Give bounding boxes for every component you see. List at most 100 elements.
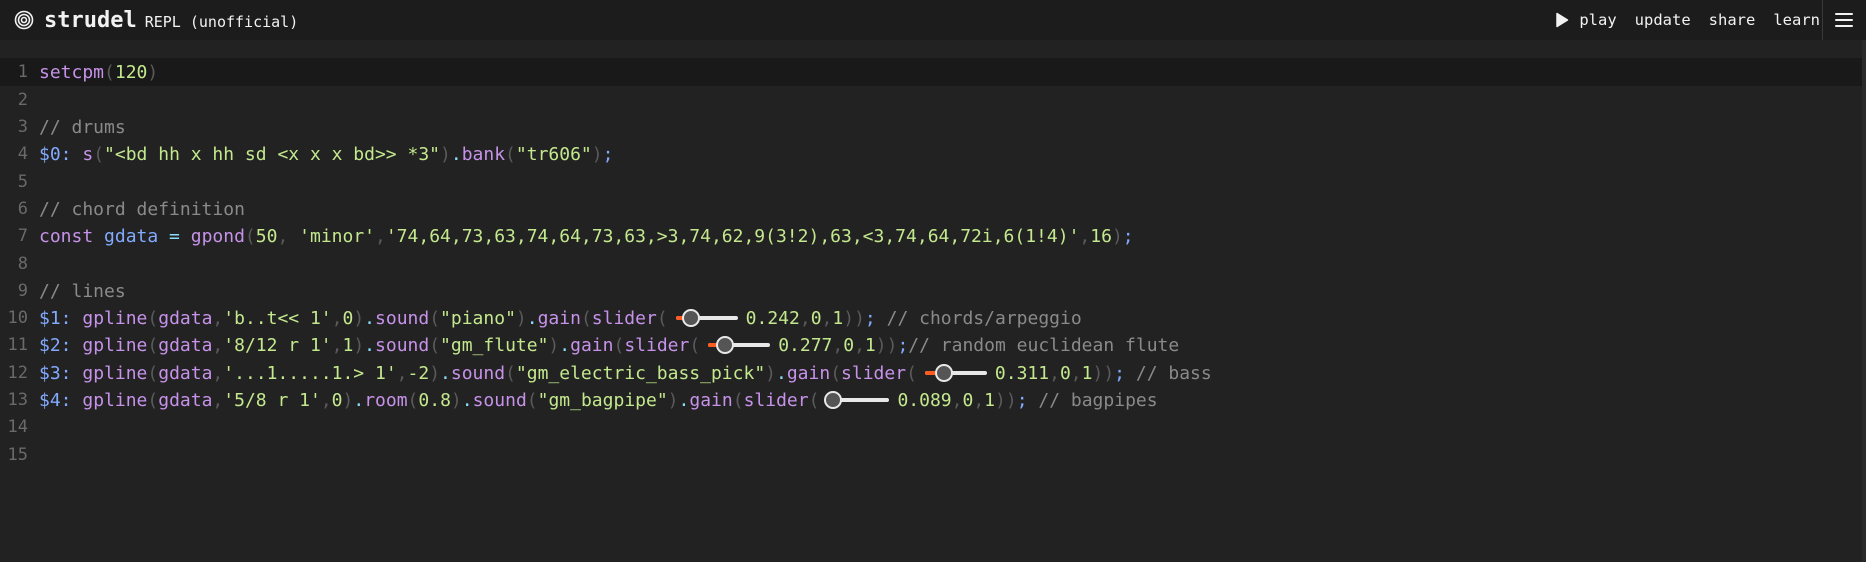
brand-subtitle: REPL (unofficial) [144, 13, 299, 31]
code-token: ) [353, 307, 365, 329]
code-text[interactable]: // drums [30, 117, 126, 138]
line-number: 5 [17, 172, 28, 192]
gain-slider[interactable] [672, 308, 742, 328]
code-token: , [1079, 225, 1091, 247]
hamburger-menu-icon [1823, 0, 1866, 40]
code-token: "gm_bagpipe" [537, 389, 668, 411]
code-token: 1 [984, 389, 995, 411]
slider-thumb[interactable] [823, 391, 842, 409]
code-token: . [440, 362, 451, 384]
code-token: gain [570, 334, 614, 356]
code-token: 0 [810, 307, 822, 329]
code-token: ( [613, 334, 625, 356]
code-token: . [559, 334, 571, 356]
code-token: , [212, 362, 224, 384]
code-token: )) [875, 334, 898, 356]
code-token: ( [526, 389, 538, 411]
code-line[interactable]: 15 [0, 441, 1862, 469]
code-token: ( [147, 334, 159, 356]
code-editor[interactable]: 1 setcpm(120) 2 3// drums 4 $0: s("<bd hh x h… [0, 58, 1866, 488]
code-token: 'b..t<< 1' [223, 307, 332, 329]
spiral-logo-icon [14, 10, 34, 30]
code-line[interactable]: 5 [0, 168, 1862, 196]
code-text[interactable]: $3: gpline(gdata, '...1.....1.> 1', -2). so… [30, 363, 1212, 384]
code-token: ) [515, 307, 527, 329]
line-number: 4 [17, 144, 28, 164]
code-token: sound [450, 362, 506, 384]
editor-scrollbar[interactable] [1862, 40, 1866, 562]
code-token: 0.311 [994, 362, 1050, 384]
code-token: gpline [82, 334, 148, 356]
code-text[interactable]: $0: s("<bd hh x hh sd <x x x bd>> *3"). b… [30, 144, 613, 165]
code-token: ( [407, 389, 419, 411]
code-token: 0.277 [778, 334, 833, 356]
share-button[interactable]: share [1709, 11, 1756, 29]
code-token: slider [624, 334, 690, 356]
code-line[interactable]: 10 $1: gpline(gdata,'b..t<< 1', 0). sound("… [0, 304, 1862, 332]
code-token: gpond [190, 225, 245, 247]
code-line[interactable]: 12 $3: gpline(gdata, '...1.....1.> 1', -2).… [0, 359, 1862, 387]
code-token: 50 [255, 225, 278, 247]
code-text[interactable]: // chord definition [30, 199, 245, 220]
code-token: , [1049, 362, 1060, 384]
code-token: ( [147, 389, 159, 411]
code-line[interactable]: 6 // chord definition [0, 195, 1862, 223]
code-text[interactable]: const gdata = gpond(50, 'minor', '74,64,7… [30, 226, 1134, 247]
code-token: // chords/arpeggio [886, 307, 1082, 329]
code-token: 0 [331, 389, 343, 411]
code-token: ) [147, 61, 159, 83]
line-number: 12 [7, 363, 28, 383]
code-token: -2 [407, 362, 430, 384]
code-text[interactable]: // lines [30, 281, 126, 302]
slider-thumb[interactable] [716, 336, 735, 354]
code-token: slider [591, 307, 657, 329]
learn-button[interactable]: learn [1773, 11, 1820, 29]
code-token: $1: [39, 307, 83, 329]
line-number: 15 [7, 445, 28, 465]
code-line[interactable]: 8 [0, 250, 1862, 278]
code-token: ; [1114, 362, 1136, 384]
slider-thumb[interactable] [681, 309, 700, 327]
code-line[interactable]: 13 $4: gpline(gdata, '5/8 r 1', 0). room(0.8… [0, 386, 1862, 414]
code-token: 0 [1059, 362, 1071, 384]
code-line[interactable]: 7 const gdata = gpond(50, 'minor', '74,64,… [0, 222, 1862, 250]
code-text[interactable]: $4: gpline(gdata, '5/8 r 1', 0). room(0.8).… [30, 390, 1158, 411]
code-line[interactable]: 11 $2: gpline(gdata, '8/12 r 1', 1). sound("… [0, 331, 1862, 359]
code-token: , [375, 225, 386, 247]
line-number: 6 [17, 199, 28, 219]
code-line[interactable]: 14 [0, 413, 1862, 441]
code-text[interactable]: setcpm(120) [30, 62, 158, 83]
code-token: , [951, 389, 963, 411]
code-token: 1 [832, 307, 844, 329]
update-button[interactable]: update [1635, 11, 1691, 29]
code-token: , [331, 334, 343, 356]
gain-slider[interactable] [704, 335, 774, 355]
play-button[interactable]: play [1555, 11, 1617, 29]
update-label: update [1634, 11, 1691, 29]
brand[interactable]: strudel REPL (unofficial) [0, 0, 298, 40]
code-text[interactable]: $2: gpline(gdata, '8/12 r 1', 1). sound("gm… [30, 335, 1179, 356]
line-number: 13 [7, 390, 28, 410]
code-token: s [82, 143, 94, 165]
gain-slider[interactable] [921, 363, 991, 383]
code-line[interactable]: 1 setcpm(120) [0, 58, 1862, 86]
code-token: ( [429, 307, 441, 329]
code-token: slider [841, 362, 907, 384]
share-label: share [1708, 11, 1756, 29]
code-line[interactable]: 3 // drums [0, 113, 1862, 141]
code-line[interactable]: 2 [0, 86, 1862, 114]
code-token: , [396, 362, 408, 384]
code-line[interactable]: 4 $0: s("<bd hh x hh sd <x x x bd>> *3").… [0, 140, 1862, 168]
code-token: gain [786, 362, 831, 384]
menu-button[interactable] [1822, 0, 1866, 40]
top-bar: strudel REPL (unofficial) play update sh… [0, 0, 1866, 40]
gain-slider[interactable] [823, 390, 893, 410]
code-token: ( [505, 143, 516, 165]
code-token: bank [461, 143, 506, 165]
slider-thumb[interactable] [935, 364, 954, 382]
code-line[interactable]: 9 // lines [0, 277, 1862, 305]
code-token: ( [93, 143, 105, 165]
code-text[interactable]: $1: gpline(gdata,'b..t<< 1', 0). sound("pi… [30, 308, 1082, 329]
code-token: ( [104, 61, 115, 83]
code-token: 0 [962, 389, 974, 411]
